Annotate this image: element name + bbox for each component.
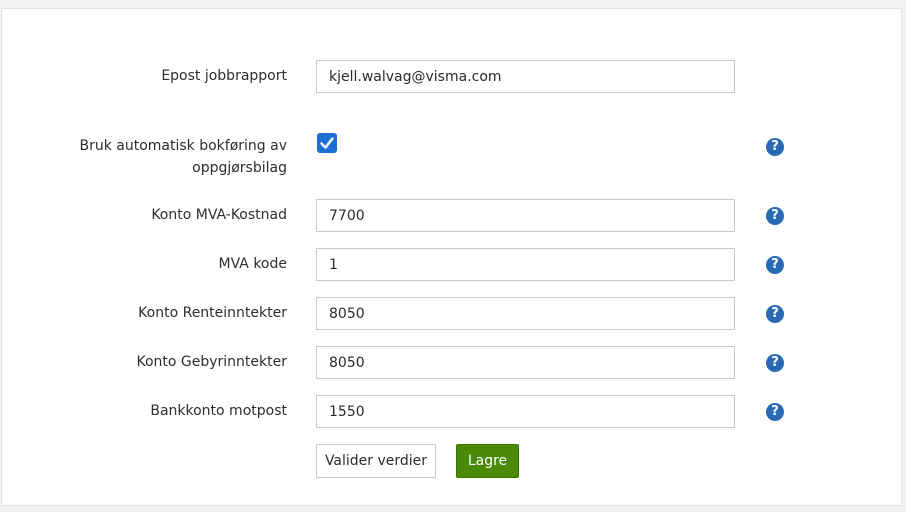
- save-button[interactable]: Lagre: [456, 444, 519, 478]
- help-icon[interactable]: ?: [766, 256, 784, 274]
- checkmark-icon: [320, 137, 334, 149]
- bank-account-label: Bankkonto motpost: [150, 403, 287, 419]
- auto-booking-checkbox[interactable]: [317, 133, 337, 153]
- fee-income-label: Konto Gebyrinntekter: [136, 354, 287, 370]
- help-icon[interactable]: ?: [766, 354, 784, 372]
- validate-values-button[interactable]: Valider verdier: [316, 444, 436, 478]
- interest-income-field[interactable]: [316, 297, 735, 330]
- email-field[interactable]: [316, 60, 735, 93]
- fee-income-field[interactable]: [316, 346, 735, 379]
- mva-code-field[interactable]: [316, 248, 735, 281]
- mva-code-label: MVA kode: [218, 256, 287, 272]
- email-label: Epost jobbrapport: [161, 68, 287, 84]
- settings-panel: Epost jobbrapport Bruk automatisk bokfør…: [1, 8, 902, 506]
- mva-cost-label: Konto MVA-Kostnad: [151, 207, 287, 223]
- auto-booking-label-line1: Bruk automatisk bokføring av: [79, 138, 287, 154]
- help-icon[interactable]: ?: [766, 305, 784, 323]
- bank-account-field[interactable]: [316, 395, 735, 428]
- help-icon[interactable]: ?: [766, 138, 784, 156]
- interest-income-label: Konto Renteinntekter: [138, 305, 287, 321]
- auto-booking-label: Bruk automatisk bokføring av oppgjørsbil…: [27, 135, 287, 179]
- help-icon[interactable]: ?: [766, 207, 784, 225]
- auto-booking-label-line2: oppgjørsbilag: [192, 160, 287, 176]
- help-icon[interactable]: ?: [766, 403, 784, 421]
- mva-cost-field[interactable]: [316, 199, 735, 232]
